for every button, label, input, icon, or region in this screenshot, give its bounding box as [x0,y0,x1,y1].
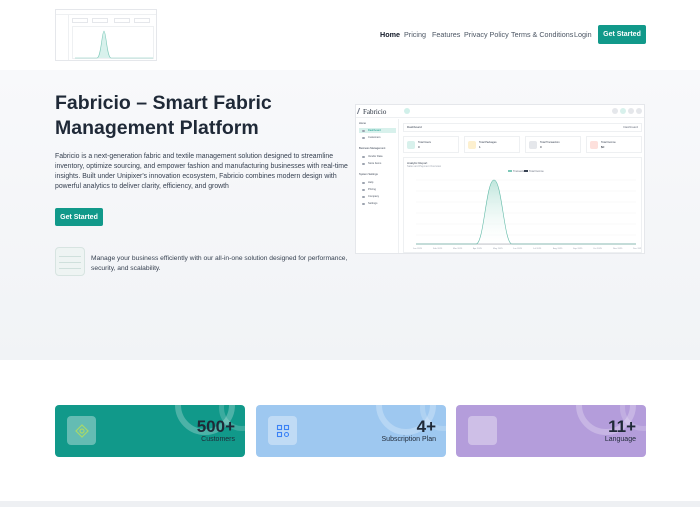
nav-terms-conditions[interactable]: Terms & Conditions [511,30,573,39]
feature-text: Manage your business efficiently with ou… [91,255,348,272]
x-tick-label: Dec 2025 [633,248,641,250]
nav-features[interactable]: Features [432,30,460,39]
sidebar-item-settings: Settings [359,201,396,206]
sidebar-item-company: Company [359,194,396,199]
logo-thumbnail[interactable] [55,9,157,61]
x-tick-label: Jan 2025 [413,248,423,250]
stat-label-customers: Customers [201,436,235,443]
x-tick-label: Mar 2025 [453,247,463,250]
x-tick-label: Aug 2025 [553,247,563,250]
stat-value-customers: 500+ [196,417,235,436]
stat-card-transaction: Total Transaction 0 [525,136,581,153]
menu-toggle-icon [404,108,410,114]
stat-card-language: 11+ Language [456,405,646,457]
avatar [628,108,634,114]
stat-card-subscription: 4+ Subscription Plan [256,405,446,457]
dashboard-header: Dashboard Dashboard [403,123,642,132]
stat-card-packages: Total Packages 1 [464,136,520,153]
nav-home[interactable]: Home [380,30,400,39]
sidebar-item-help: Help [359,180,396,185]
hero-get-started-button[interactable]: Get Started [55,208,103,226]
nav-get-started-button[interactable]: Get Started [598,25,646,44]
nav-privacy-policy[interactable]: Privacy Policy [464,30,509,39]
x-tick-label: Oct 2025 [593,247,603,250]
sidebar-item-customers: Customers [359,135,396,140]
x-tick-label: May 2025 [493,248,503,250]
x-tick-label: Nov 2025 [613,248,623,250]
stat-label-language: Language [604,436,636,443]
dashboard-preview: Fabricio Home Dashboard Customers Busine… [355,104,645,254]
nav-login[interactable]: Login [574,30,592,39]
sidebar-item-store: Store Items [359,161,396,166]
sidebar-section-business: Business Management [359,147,386,150]
customers-icon [67,416,96,445]
x-tick-label: Jun 2025 [513,248,523,250]
sidebar-item-vendor: Vendor Data [359,154,396,159]
x-tick-label: Apr 2025 [473,247,483,250]
footer-strip [0,501,700,507]
sidebar-item-dashboard: Dashboard [359,128,396,133]
stat-value-language: 11+ [608,417,636,436]
x-tick-label: Feb 2025 [433,248,443,250]
stat-value-subscription: 4+ [416,417,436,436]
settings-icon [636,108,642,114]
dashboard-main: Dashboard Dashboard Total Users 0 Total … [403,123,642,253]
x-tick-label: Sep 2025 [573,248,583,250]
hero-title: Fabricio – Smart Fabric Management Platf… [55,92,272,139]
sidebar-item-pricing: Pricing [359,187,396,192]
chart-svg: Jan 2025 Feb 2025 Mar 2025 Apr 2025 May 2025… [413,179,641,250]
search-icon [612,108,618,114]
stat-label-subscription: Subscription Plan [381,436,436,443]
sidebar-section-system: System Settings [359,173,378,176]
stat-card-customers: 500+ Customers [55,405,245,457]
feature-thumbnail [55,247,85,276]
stat-card-users: Total Users 0 [403,136,459,153]
hero-description: Fabricio is a next-generation fabric and… [55,153,348,190]
notification-icon [620,108,626,114]
x-tick-label: Jul 2025 [533,248,542,250]
dashboard-brand: Fabricio [363,108,387,116]
sidebar-section-home: Home [359,122,366,125]
top-navigation: Home Pricing Features Privacy Policy Ter… [0,0,700,70]
stat-card-income: Total Income $0 [586,136,642,153]
subscription-icon [268,416,297,445]
dashboard-topbar: Fabricio [356,105,644,118]
language-icon [468,416,497,445]
nav-pricing[interactable]: Pricing [404,30,426,39]
analytics-chart: Analytic Report Sales and Payment Overvi… [403,157,642,253]
landing-page: Home Pricing Features Privacy Policy Ter… [0,0,700,507]
dashboard-sidebar: Home Dashboard Customers Business Manage… [356,119,399,253]
